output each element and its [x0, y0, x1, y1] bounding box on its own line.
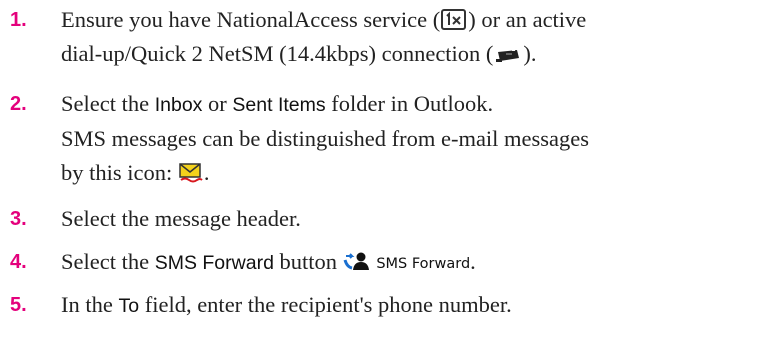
step-1-text-b: ) or an active [468, 7, 587, 32]
step-number: 4. [10, 251, 27, 273]
step-number: 5. [10, 294, 27, 316]
step-text: Select the Inbox or Sent Items folder in… [61, 87, 757, 190]
step-number: 1. [10, 9, 27, 31]
step-2-text-d: by this icon: [61, 160, 178, 185]
step-1-text-c: dial-up/Quick 2 NetSM (14.4kbps) connect… [61, 41, 494, 66]
step-5-text-b: field, enter the recipient's phone numbe… [139, 292, 512, 317]
step-2-text-b: or [202, 91, 233, 116]
sms-message-icon [178, 161, 204, 183]
step-1-text-d: ). [523, 41, 537, 66]
step-text: Select the message header. [61, 206, 301, 231]
sms-forward-icon [343, 251, 371, 273]
sms-forward-button-label: SMS Forward [376, 255, 471, 272]
step-1-text-a: Ensure you have NationalAccess service ( [61, 7, 441, 32]
step-2-line-2: SMS messages can be distinguished from e… [61, 126, 590, 151]
step-text: Select the SMS Forward button SMS Forwar… [61, 245, 757, 281]
1x-service-icon [440, 8, 468, 32]
step-4-text-b: button [273, 249, 343, 274]
inbox-folder-term: Inbox [154, 94, 203, 116]
step-number: 3. [10, 208, 27, 230]
sent-items-folder-term: Sent Items [232, 94, 326, 116]
step-text: In the To field, enter the recipient's p… [61, 288, 757, 323]
step-4-text-c: . [470, 249, 476, 274]
step-2-text-e: . [203, 160, 210, 185]
step-1-line-1: Ensure you have NationalAccess service (… [61, 3, 757, 37]
step-2-text-c: folder in Outlook. [325, 91, 494, 116]
step-4-text-a: Select the [61, 249, 155, 274]
step-5-text-a: In the [61, 292, 119, 317]
sms-forward-term: SMS Forward [154, 252, 274, 274]
step-1-line-2: dial-up/Quick 2 NetSM (14.4kbps) connect… [61, 37, 757, 71]
step-2-line-1: Select the Inbox or Sent Items folder in… [61, 87, 757, 122]
to-field-term: To [118, 295, 140, 317]
step-2-text-a: Select the [61, 91, 155, 116]
step-text: Ensure you have NationalAccess service (… [61, 3, 757, 71]
step-number: 2. [10, 93, 27, 115]
step-2-line-3: by this icon: . [61, 156, 757, 190]
dialup-connection-icon [493, 44, 523, 66]
